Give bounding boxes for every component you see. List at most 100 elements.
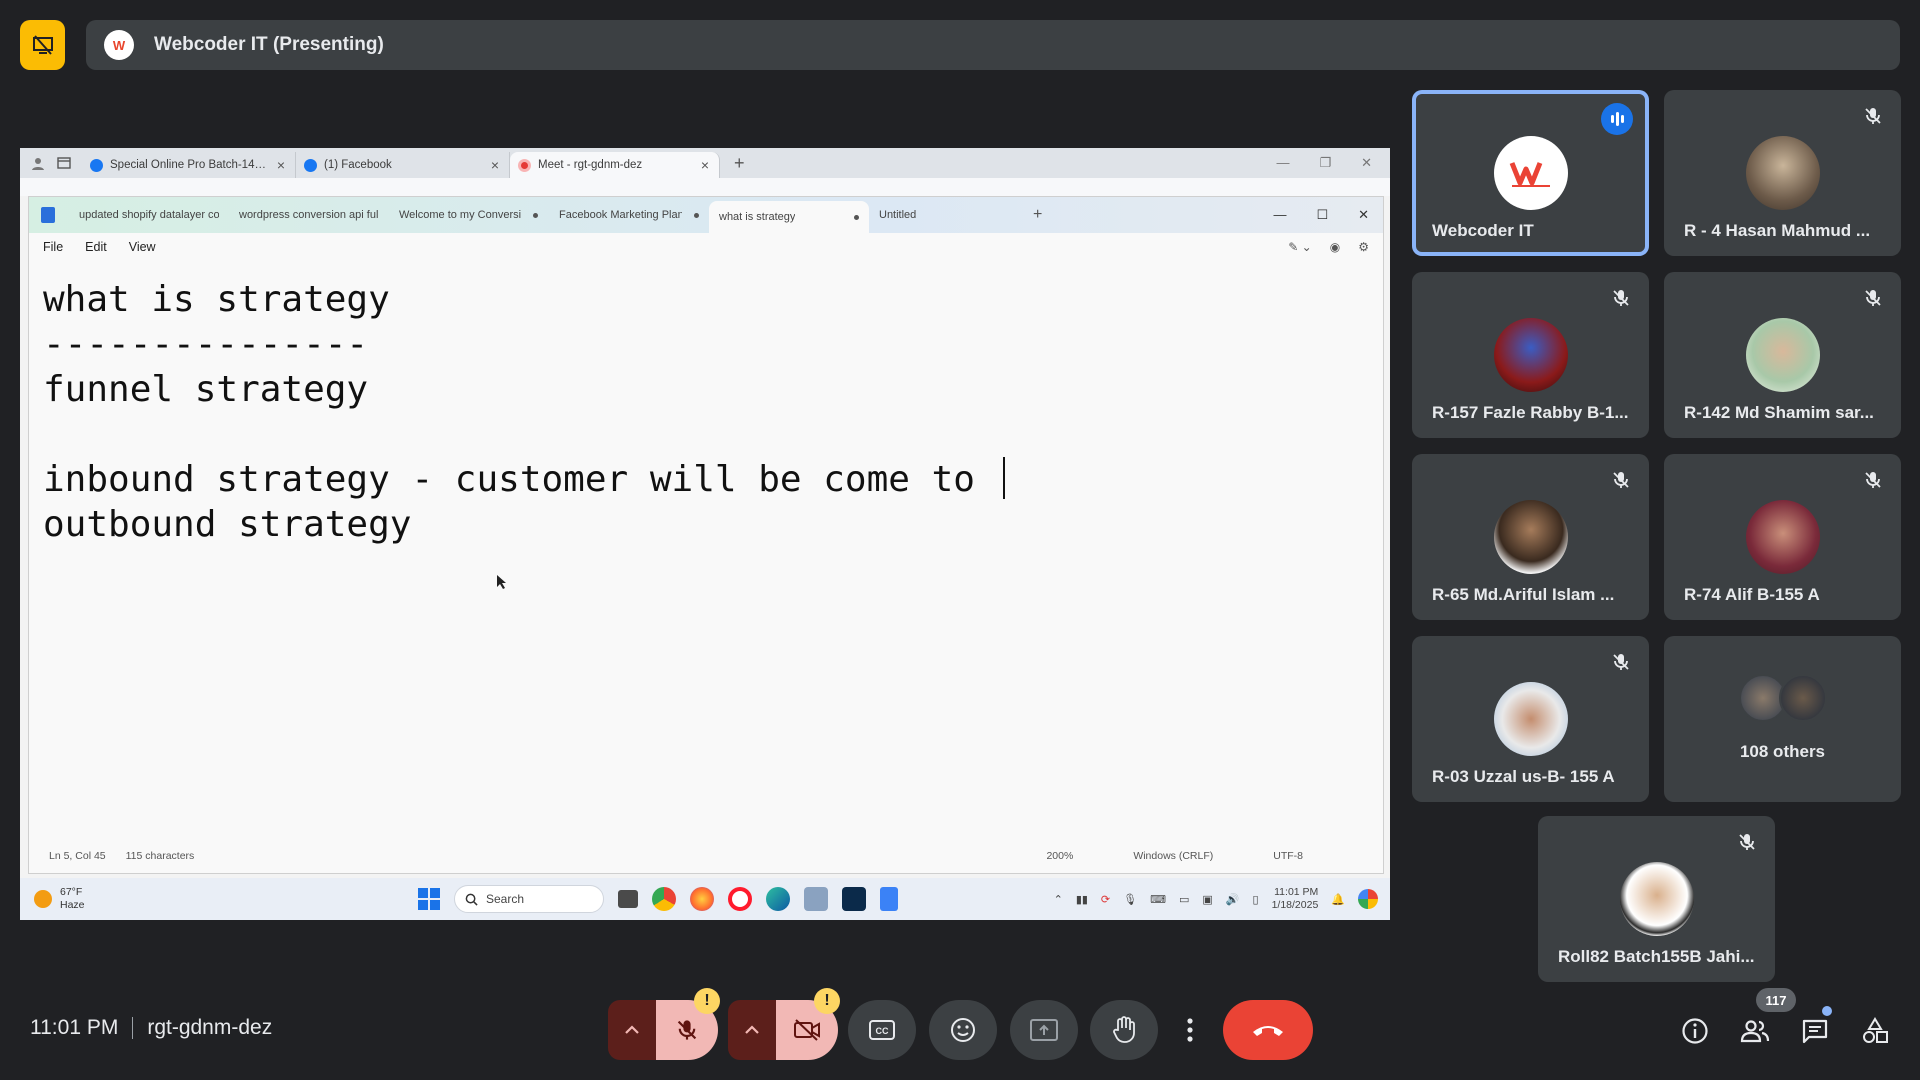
notepad-tab[interactable]: wordpress conversion api full c bbox=[229, 197, 389, 233]
profile-icon[interactable] bbox=[30, 155, 46, 171]
keyboard-icon[interactable]: ⌨ bbox=[1150, 893, 1166, 906]
tray-app-icon[interactable]: ▮▮ bbox=[1076, 893, 1088, 906]
taskbar-search[interactable]: Search bbox=[454, 885, 604, 913]
participant-tile[interactable]: R-142 Md Shamim sar... bbox=[1664, 272, 1901, 438]
firefox-icon[interactable] bbox=[690, 887, 714, 911]
minimize-icon[interactable]: — bbox=[1276, 155, 1289, 171]
participant-tile[interactable]: Roll82 Batch155B Jahi... bbox=[1538, 816, 1775, 982]
encoding[interactable]: UTF-8 bbox=[1273, 850, 1303, 862]
notepad-tab-label: wordpress conversion api full c bbox=[239, 209, 379, 221]
shared-screen: Special Online Pro Batch-145 Digi × (1) … bbox=[20, 148, 1390, 920]
settings-icon[interactable]: ⚙ bbox=[1358, 240, 1369, 254]
battery-icon[interactable]: ▯ bbox=[1253, 893, 1259, 906]
system-tray: ⌃ ▮▮ ⟳ 🎙 ⌨ ▭ ▣ 🔊 ▯ 11:01 PM 1/18/2025 🔔 bbox=[1054, 886, 1378, 912]
meeting-time: 11:01 PM bbox=[30, 1016, 119, 1039]
notepad-window-controls: — ☐ ✕ bbox=[1273, 207, 1383, 223]
browser-tab[interactable]: (1) Facebook × bbox=[296, 152, 510, 178]
notepad-tab[interactable]: Facebook Marketing Plan bbox=[549, 197, 709, 233]
clock[interactable]: 11:01 PM 1/18/2025 bbox=[1272, 886, 1319, 912]
participant-tile[interactable]: R-65 Md.Ariful Islam ... bbox=[1412, 454, 1649, 620]
weather-widget[interactable]: 67°F Haze bbox=[20, 886, 270, 912]
opera-icon[interactable] bbox=[728, 887, 752, 911]
notepad-menu-bar: File Edit View ✎ ⌄ ◉ ⚙ bbox=[29, 233, 1383, 261]
copilot-tray-icon[interactable] bbox=[1358, 889, 1378, 909]
browser-tab-label: Special Online Pro Batch-145 Digi bbox=[110, 159, 270, 171]
account-icon[interactable]: ◉ bbox=[1330, 240, 1340, 254]
reactions-button[interactable] bbox=[929, 1000, 997, 1060]
menu-edit[interactable]: Edit bbox=[85, 240, 107, 254]
notepad-app-icon[interactable] bbox=[880, 887, 898, 911]
maximize-icon[interactable]: ❐ bbox=[1319, 155, 1331, 171]
microphone-icon[interactable]: 🎙 bbox=[1123, 893, 1137, 906]
maximize-icon[interactable]: ☐ bbox=[1316, 207, 1328, 223]
text-line bbox=[43, 412, 1383, 457]
mic-off-icon bbox=[1863, 106, 1883, 126]
browser-tab[interactable]: Special Online Pro Batch-145 Digi × bbox=[82, 152, 296, 178]
audio-options-button[interactable] bbox=[608, 1000, 656, 1060]
tab-actions-icon[interactable] bbox=[56, 155, 72, 171]
chat-button[interactable] bbox=[1798, 1014, 1832, 1048]
notepad-tab-label: updated shopify datalayer code bbox=[79, 209, 219, 221]
notepad-tab[interactable]: updated shopify datalayer code bbox=[69, 197, 229, 233]
menu-file[interactable]: File bbox=[43, 240, 63, 254]
notepad-tab[interactable]: Welcome to my Conversi bbox=[389, 197, 549, 233]
video-options-button[interactable] bbox=[728, 1000, 776, 1060]
sync-icon[interactable]: ⟳ bbox=[1101, 893, 1110, 906]
notification-icon[interactable]: 🔔 bbox=[1331, 893, 1345, 906]
temperature: 67°F bbox=[60, 886, 83, 898]
notepad-tab-label: Untitled bbox=[879, 209, 917, 221]
people-button[interactable] bbox=[1738, 1014, 1772, 1048]
mic-toggle-button[interactable]: ! bbox=[656, 988, 720, 1060]
activities-button[interactable] bbox=[1858, 1014, 1892, 1048]
camera-toggle-button[interactable]: ! bbox=[776, 988, 840, 1060]
new-tab-icon[interactable]: + bbox=[1033, 206, 1042, 224]
text-line: outbound strategy bbox=[43, 504, 412, 545]
divider bbox=[132, 1017, 134, 1039]
present-screen-button[interactable] bbox=[1010, 1000, 1078, 1060]
more-options-button[interactable] bbox=[1170, 1000, 1210, 1060]
participant-tile[interactable]: Webcoder IT bbox=[1412, 90, 1649, 256]
zoom-level[interactable]: 200% bbox=[1046, 850, 1073, 862]
notepad-tab-active[interactable]: what is strategy bbox=[709, 201, 869, 233]
notepad-tab[interactable]: Untitled bbox=[869, 197, 1019, 233]
participant-tile[interactable]: R-03 Uzzal us-B- 155 A bbox=[1412, 636, 1649, 802]
browser-tab-active[interactable]: Meet - rgt-gdnm-dez × bbox=[510, 152, 720, 178]
participant-name: R-03 Uzzal us-B- 155 A bbox=[1432, 767, 1615, 786]
meeting-code[interactable]: rgt-gdnm-dez bbox=[147, 1016, 272, 1040]
copilot-icon[interactable]: ✎ ⌄ bbox=[1288, 240, 1311, 254]
notepad-text-area[interactable]: what is strategy --------------- funnel … bbox=[29, 261, 1383, 839]
participant-tile[interactable]: R-157 Fazle Rabby B-1... bbox=[1412, 272, 1649, 438]
close-icon[interactable]: ✕ bbox=[1358, 207, 1369, 223]
close-icon[interactable]: × bbox=[491, 157, 499, 173]
participant-tile[interactable]: R - 4 Hasan Mahmud ... bbox=[1664, 90, 1901, 256]
mic-off-icon bbox=[1611, 288, 1631, 308]
captions-button[interactable]: CC bbox=[848, 1000, 916, 1060]
chevron-up-icon[interactable]: ⌃ bbox=[1054, 893, 1063, 906]
address-bar[interactable] bbox=[20, 178, 1390, 196]
minimize-icon[interactable]: — bbox=[1273, 207, 1286, 223]
participant-tile[interactable]: R-74 Alif B-155 A bbox=[1664, 454, 1901, 620]
windows-start-icon[interactable] bbox=[418, 888, 440, 910]
explorer-icon[interactable] bbox=[804, 887, 828, 911]
close-icon[interactable]: × bbox=[277, 157, 285, 173]
stop-presenting-icon[interactable] bbox=[20, 20, 65, 70]
raise-hand-button[interactable] bbox=[1090, 1000, 1158, 1060]
presenting-banner[interactable]: W Webcoder IT (Presenting) bbox=[86, 20, 1900, 70]
volume-icon[interactable]: 🔊 bbox=[1226, 893, 1240, 906]
close-icon[interactable]: × bbox=[701, 157, 709, 173]
leave-call-button[interactable] bbox=[1223, 1000, 1313, 1060]
app-icon[interactable] bbox=[842, 887, 866, 911]
display-icon[interactable]: ▭ bbox=[1179, 893, 1189, 906]
network-icon[interactable]: ▣ bbox=[1202, 893, 1212, 906]
close-icon[interactable]: ✕ bbox=[1361, 155, 1372, 171]
others-tile[interactable]: 108 others bbox=[1664, 636, 1901, 802]
chrome-icon[interactable] bbox=[652, 887, 676, 911]
task-view-icon[interactable] bbox=[618, 890, 638, 908]
menu-view[interactable]: View bbox=[129, 240, 156, 254]
camera-off-icon bbox=[794, 1019, 820, 1041]
edge-icon[interactable] bbox=[766, 887, 790, 911]
meeting-info-button[interactable] bbox=[1678, 1014, 1712, 1048]
new-tab-icon[interactable]: + bbox=[734, 153, 745, 174]
line-ending[interactable]: Windows (CRLF) bbox=[1133, 850, 1213, 862]
mic-off-icon bbox=[1863, 470, 1883, 490]
